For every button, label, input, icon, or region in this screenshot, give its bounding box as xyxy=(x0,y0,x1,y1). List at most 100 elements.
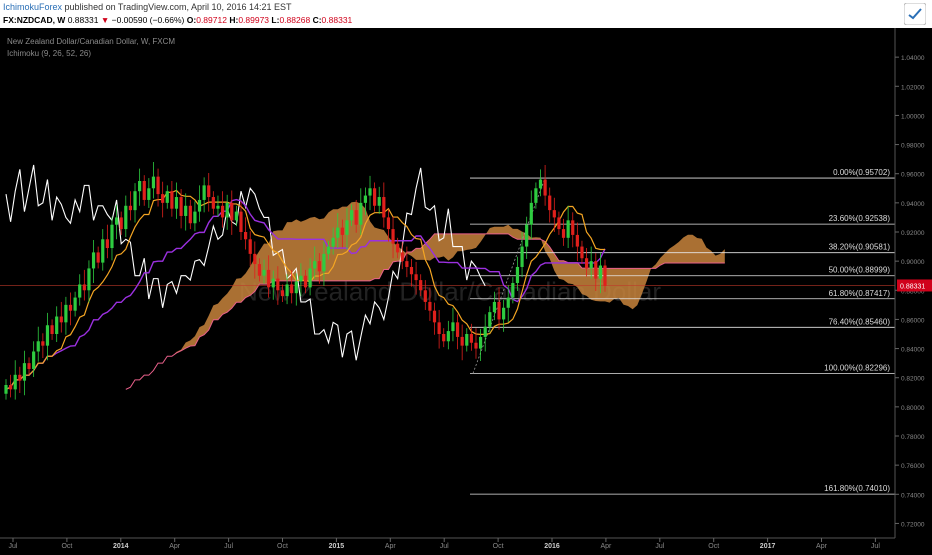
candle-body xyxy=(276,278,280,291)
candle-body xyxy=(299,275,303,282)
candle xyxy=(566,205,570,249)
candle-body xyxy=(91,252,96,269)
candle xyxy=(18,366,22,394)
chart-area[interactable]: New Zealand Dollar/Canadian Dollar 0.00%(… xyxy=(0,28,932,550)
candle-body xyxy=(234,211,238,221)
last-price: 0.88331 xyxy=(67,15,99,25)
candle xyxy=(138,168,142,206)
chart-legend: New Zealand Dollar/Canadian Dollar, W, F… xyxy=(7,36,175,60)
candle-body xyxy=(396,243,400,253)
candle xyxy=(211,191,215,215)
candle-body xyxy=(303,275,308,288)
price-axis-label: 0.74000 xyxy=(901,492,925,499)
candle-body xyxy=(32,351,36,369)
candle xyxy=(133,183,137,223)
candle-body xyxy=(552,210,556,218)
low-value: 0.88268 xyxy=(279,15,311,25)
candle-body xyxy=(566,220,570,238)
candle-body xyxy=(525,224,529,247)
candle-body xyxy=(419,280,423,291)
candle-body xyxy=(18,374,22,381)
candle xyxy=(142,175,146,206)
candle-body xyxy=(460,336,464,346)
candle-body xyxy=(45,325,50,346)
candle xyxy=(377,186,381,214)
candle-body xyxy=(271,278,275,288)
candle-body xyxy=(594,261,598,279)
candle-body xyxy=(216,205,220,209)
candle xyxy=(580,240,584,265)
candle-body xyxy=(253,253,257,265)
candle xyxy=(184,193,188,231)
candle xyxy=(571,212,575,248)
candle-body xyxy=(267,269,271,288)
candle-body xyxy=(188,205,192,224)
candle xyxy=(382,182,386,228)
time-axis-label: 2017 xyxy=(760,543,776,550)
candle-body xyxy=(377,197,381,206)
candle-body xyxy=(465,334,469,346)
candle-body xyxy=(359,202,363,225)
candle-body xyxy=(68,304,73,311)
author-link[interactable]: IchimokuForex xyxy=(3,2,62,12)
candle-body xyxy=(50,325,54,334)
candle xyxy=(225,194,229,230)
candle-body xyxy=(285,284,289,297)
candle-body xyxy=(400,252,404,262)
candle-body xyxy=(317,261,321,272)
candle-body xyxy=(598,265,602,279)
high-label: H: xyxy=(229,15,239,25)
ichimoku-chart[interactable]: New Zealand Dollar/Canadian Dollar0.00%(… xyxy=(0,28,932,550)
fib-level-label: 100.00%(0.82296) xyxy=(824,363,890,372)
candle-body xyxy=(41,341,45,346)
open-label: O: xyxy=(186,15,197,25)
candle xyxy=(400,242,404,270)
chart-title: New Zealand Dollar/Canadian Dollar, W, F… xyxy=(7,37,176,46)
candle-body xyxy=(603,265,607,286)
candle-body xyxy=(193,211,197,224)
candle-body xyxy=(561,229,566,238)
candle xyxy=(78,274,82,306)
candle xyxy=(9,374,13,398)
candle-body xyxy=(110,224,114,249)
candle-body xyxy=(96,252,100,263)
candle-body xyxy=(580,246,584,259)
candle xyxy=(442,328,446,348)
candle xyxy=(22,350,27,396)
candle-body xyxy=(386,217,391,230)
time-axis-label: Jul xyxy=(224,543,233,550)
candle-body xyxy=(529,202,533,225)
candle xyxy=(165,185,169,209)
candle-body xyxy=(534,188,538,203)
time-axis-label: Oct xyxy=(493,543,504,550)
time-axis-label: Oct xyxy=(277,543,288,550)
candle-body xyxy=(584,258,589,269)
down-arrow-icon: ▼ xyxy=(100,15,110,25)
candle-body xyxy=(4,385,8,394)
candle-body xyxy=(244,232,248,240)
candle xyxy=(373,182,377,212)
candle xyxy=(170,181,174,217)
candle xyxy=(188,199,192,230)
candle-body xyxy=(22,363,27,381)
candle-body xyxy=(179,197,183,216)
candle xyxy=(55,306,59,343)
publish-header: IchimokuForex published on TradingView.c… xyxy=(0,0,932,28)
candle xyxy=(36,326,40,362)
tradingview-logo-icon[interactable] xyxy=(904,3,926,25)
candle-body xyxy=(13,374,17,390)
candle-body xyxy=(248,239,252,254)
candle xyxy=(488,306,492,333)
candle-body xyxy=(220,205,225,218)
candle xyxy=(68,292,73,326)
price-axis-label: 0.86000 xyxy=(901,317,925,324)
time-axis-label: Apr xyxy=(169,543,181,550)
candle-body xyxy=(211,197,215,209)
candle xyxy=(465,328,469,352)
price-axis-label: 0.78000 xyxy=(901,434,925,441)
candle-body xyxy=(280,290,285,297)
candle-body xyxy=(557,217,561,230)
candle-body xyxy=(428,301,432,311)
candle-body xyxy=(202,185,206,200)
close-label: C: xyxy=(312,15,322,25)
